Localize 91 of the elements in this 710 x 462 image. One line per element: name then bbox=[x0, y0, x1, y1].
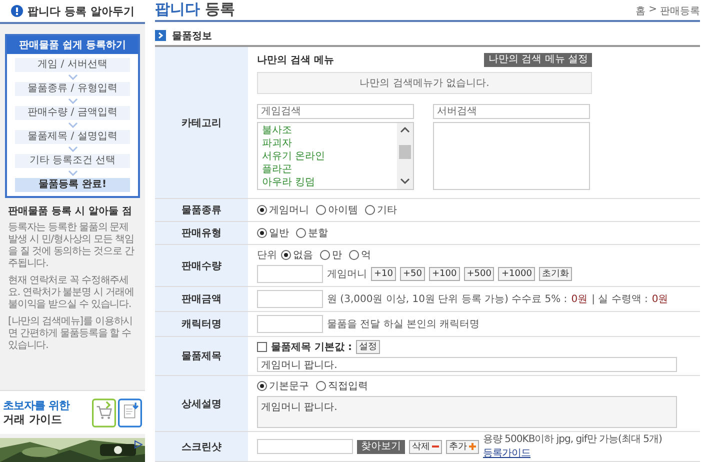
cart-card-icon bbox=[92, 398, 116, 428]
plus-icon bbox=[469, 443, 476, 450]
breadcrumb-separator: > bbox=[648, 4, 657, 17]
quantity-button[interactable]: +50 bbox=[400, 267, 425, 281]
sidebar-title: 팝니다 등록 알아두기 bbox=[28, 4, 134, 18]
upload-note: 용량 500KB이하 jpg, gif만 가능(최대 5개) bbox=[483, 434, 662, 445]
game-item[interactable]: 서유기 온라인 bbox=[262, 150, 393, 163]
field-label: 판매유형 bbox=[155, 222, 248, 244]
radio-option[interactable]: 아이템 bbox=[316, 203, 358, 217]
guide-step: 게임 / 서버선택 bbox=[15, 58, 130, 72]
field-label: 스크린샷 bbox=[155, 432, 248, 461]
delete-button[interactable]: 삭제 bbox=[409, 440, 442, 454]
server-search-field[interactable]: 서버검색 bbox=[433, 104, 590, 119]
breadcrumb-link[interactable]: 홈 bbox=[636, 4, 646, 18]
fee-amount: 0원 bbox=[571, 293, 588, 306]
game-item[interactable]: 플라곤 bbox=[262, 163, 393, 176]
field-label: 물품종류 bbox=[155, 199, 248, 221]
quantity-button[interactable]: +500 bbox=[464, 267, 494, 281]
field-label: 판매수량 bbox=[155, 245, 248, 286]
guide-step: 판매수량 / 금액입력 bbox=[15, 106, 130, 120]
radio-option[interactable]: 기본문구 bbox=[257, 379, 309, 393]
guide-step: 물품제목 / 설명입력 bbox=[15, 130, 130, 144]
play-icon bbox=[134, 440, 143, 449]
note-text: 현재 연락처로 꼭 수정해주세요. 연락처가 불분명 시 거래에 불이익을 받으실 수 있습니다. bbox=[8, 275, 135, 311]
price-field[interactable] bbox=[257, 290, 323, 308]
arrow-box-icon bbox=[155, 30, 166, 41]
game-item[interactable]: 불사조 bbox=[262, 124, 393, 137]
checkbox[interactable] bbox=[257, 342, 267, 352]
field-label: 상세설명 bbox=[155, 376, 248, 431]
guide-step: 물품등록 완료! bbox=[15, 178, 130, 192]
game-list[interactable]: 불사조 파괴자 서유기 온라인 플라곤 아우라 킹덤 bbox=[257, 122, 414, 190]
note-text: [나만의 검색메뉴]를 이용하시면 간편하게 물품등록을 할 수 있습니다. bbox=[8, 316, 134, 352]
title-field[interactable]: 게임머니 팝니다. bbox=[257, 357, 677, 372]
empty-message: 나만의 검색메뉴가 없습니다. bbox=[257, 72, 592, 94]
radio-option[interactable]: 직접입력 bbox=[316, 379, 368, 393]
set-button[interactable]: 설정 bbox=[356, 340, 380, 354]
quantity-button[interactable]: +1000 bbox=[498, 267, 535, 281]
field-label: 캐릭터명 bbox=[155, 312, 248, 336]
menu-settings-button[interactable]: 나만의 검색 메뉴 설정 bbox=[484, 53, 592, 67]
chevron-down-icon bbox=[68, 146, 78, 152]
radio-option[interactable]: 없음 bbox=[281, 248, 313, 262]
game-item[interactable]: 아우라 킹덤 bbox=[262, 176, 393, 189]
default-title-label: 물품제목 기본값 : bbox=[271, 341, 352, 354]
guide-link[interactable]: 등록가이드 bbox=[483, 448, 530, 459]
chevron-down-icon bbox=[68, 98, 78, 104]
quantity-button[interactable]: +100 bbox=[429, 267, 460, 281]
browse-button[interactable]: 찾아보기 bbox=[357, 440, 405, 454]
scrollbar bbox=[397, 123, 413, 189]
section-title: 물품정보 bbox=[172, 30, 212, 42]
add-button[interactable]: 추가 bbox=[446, 440, 479, 454]
server-list[interactable] bbox=[433, 122, 590, 190]
guide-step: 물품종류 / 유형입력 bbox=[15, 82, 130, 96]
unit-label: 단위 bbox=[257, 249, 277, 262]
minus-icon bbox=[432, 443, 439, 450]
guide-banner[interactable]: 초보자를 위한 거래 가이드 bbox=[0, 390, 145, 434]
file-field[interactable] bbox=[257, 439, 353, 454]
radio-option[interactable]: 억 bbox=[349, 248, 371, 262]
banner-title: 초보자를 위한 bbox=[3, 398, 71, 412]
game-item[interactable]: 파괴자 bbox=[262, 137, 393, 150]
alert-icon bbox=[10, 5, 23, 17]
quantity-button[interactable]: +10 bbox=[371, 267, 396, 281]
radio-option[interactable]: 일반 bbox=[257, 226, 289, 240]
guide-step: 기타 등록조건 선택 bbox=[15, 154, 130, 168]
character-field[interactable] bbox=[257, 315, 323, 333]
guide-title: 판매물품 쉽게 등록하기 bbox=[7, 36, 138, 54]
description-field[interactable]: 게임머니 팝니다. bbox=[257, 396, 677, 428]
chevron-down-icon bbox=[68, 170, 78, 176]
game-search-field[interactable]: 게임검색 bbox=[257, 104, 414, 119]
menu-title: 나만의 검색 메뉴 bbox=[257, 54, 334, 67]
field-label: 판매금액 bbox=[155, 287, 248, 311]
radio-option[interactable]: 기타 bbox=[365, 203, 397, 217]
field-label: 물품제목 bbox=[155, 337, 248, 375]
net-label: | 실 수령액 : bbox=[592, 293, 648, 306]
note-text: 등록자는 등록한 물품의 문제 발생 시 민/형사상의 모든 책임을 질 것에 동의하는 것으로 간주됩니다. bbox=[8, 222, 136, 270]
notes-title: 판매물품 등록 시 알아둘 점 bbox=[8, 205, 133, 218]
radio-option[interactable]: 게임머니 bbox=[257, 203, 309, 217]
banner-subtitle: 거래 가이드 bbox=[3, 412, 63, 426]
character-hint: 물품을 전달 하실 본인의 캐릭터명 bbox=[327, 318, 480, 331]
quantity-field[interactable] bbox=[257, 265, 323, 283]
document-card-icon bbox=[118, 398, 142, 428]
net-amount: 0원 bbox=[652, 293, 668, 306]
radio-option[interactable]: 분할 bbox=[296, 226, 328, 240]
chevron-down-icon bbox=[68, 122, 78, 128]
breadcrumb-link[interactable]: 판매등록 bbox=[660, 4, 700, 18]
price-note: 원 (3,000원 이상, 10원 단위 등록 가능) 수수료 5% : bbox=[327, 293, 568, 306]
quantity-button[interactable]: 초기화 bbox=[538, 267, 572, 281]
unit-text: 게임머니 bbox=[327, 268, 367, 281]
radio-option[interactable]: 만 bbox=[320, 248, 342, 262]
field-label: 카테고리 bbox=[155, 47, 248, 198]
chevron-down-icon bbox=[68, 74, 78, 80]
page-title: 팝니다 등록 bbox=[155, 0, 236, 18]
